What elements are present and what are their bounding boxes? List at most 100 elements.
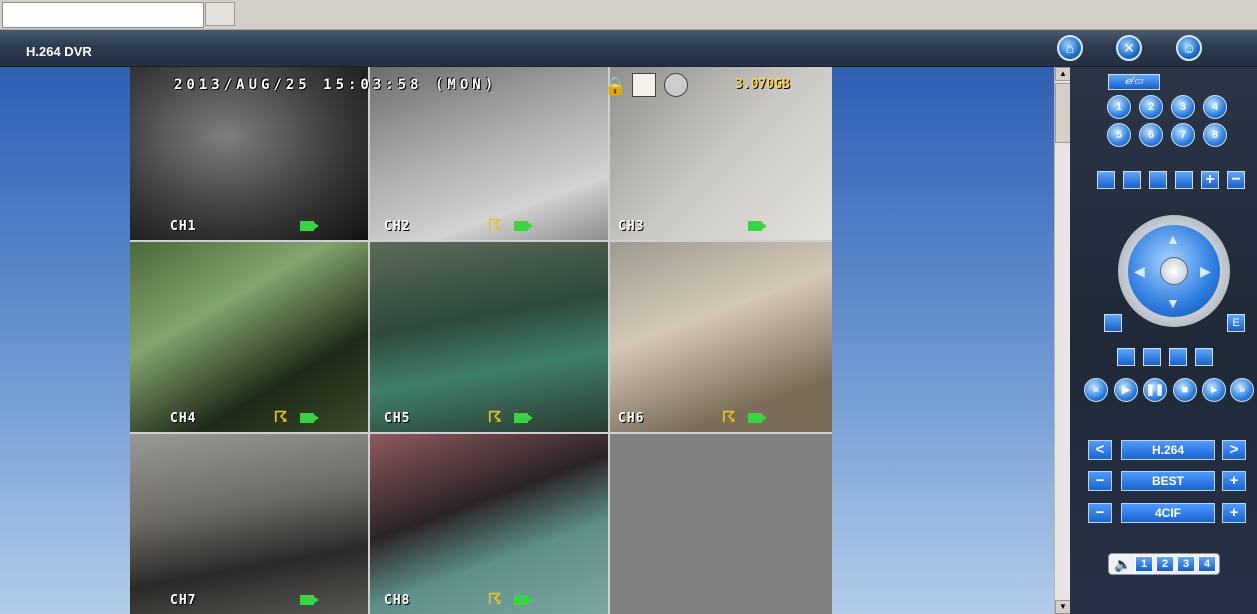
record-icon bbox=[300, 413, 319, 423]
resolution-display: 4CIF bbox=[1121, 503, 1215, 523]
channel-button-2[interactable]: 2 bbox=[1139, 95, 1163, 119]
keyboard-button[interactable]: ℯ/▭ bbox=[1108, 74, 1160, 90]
enter-button[interactable] bbox=[1143, 348, 1161, 366]
stop-icon: ■ bbox=[1181, 384, 1189, 396]
ptz-center-button[interactable] bbox=[1160, 257, 1188, 285]
rewind-icon: « bbox=[1092, 384, 1100, 396]
app-title: H.264 DVR bbox=[26, 44, 92, 59]
settings-button[interactable]: ✕ bbox=[1116, 35, 1142, 61]
ptz-up-icon[interactable]: ▲ bbox=[1166, 231, 1180, 247]
lock-button[interactable] bbox=[1117, 348, 1135, 366]
audio-button-2[interactable]: 2 bbox=[1156, 556, 1174, 572]
motion-icon: ☈ bbox=[722, 409, 736, 426]
layout-4-button[interactable] bbox=[1097, 171, 1115, 189]
control-panel: ℯ/▭ 1 2 3 4 5 6 7 8 + − ▲ ▼ ◀ ▶ E « ▶ ❚❚… bbox=[1070, 67, 1257, 614]
fast-forward-icon: » bbox=[1238, 384, 1246, 396]
e-button[interactable]: E bbox=[1227, 314, 1245, 332]
lock-icon: 🔒 bbox=[604, 76, 627, 96]
camera-tile-ch5[interactable]: CH5 ☈ bbox=[370, 242, 608, 432]
audio-channel-selector: 🔈 1 2 3 4 bbox=[1108, 553, 1220, 575]
camera-tile-ch7[interactable]: CH7 bbox=[130, 434, 368, 614]
video-grid: CH1 CH2 ☈ CH3 2013/AUG/25 15:03:58 (MON)… bbox=[130, 67, 832, 614]
left-background bbox=[0, 67, 130, 614]
hdd-space: 3.070GB bbox=[735, 77, 790, 92]
channel-label: CH8 bbox=[384, 593, 411, 608]
channel-button-4[interactable]: 4 bbox=[1203, 95, 1227, 119]
play-icon: ▶ bbox=[1121, 384, 1131, 396]
snapshot-button[interactable] bbox=[1104, 314, 1122, 332]
codec-next-button[interactable]: > bbox=[1222, 440, 1246, 460]
search-button[interactable] bbox=[1169, 348, 1187, 366]
top-toolbar bbox=[0, 0, 1257, 30]
keyboard-icon: ℯ/▭ bbox=[1124, 76, 1144, 87]
record-icon bbox=[748, 221, 767, 231]
channel-label: CH2 bbox=[384, 219, 411, 234]
user-button[interactable]: ☺ bbox=[1176, 35, 1202, 61]
record-icon bbox=[514, 595, 533, 605]
stop-button[interactable]: ■ bbox=[1173, 378, 1197, 402]
camera-tile-ch6[interactable]: CH6 ☈ bbox=[610, 242, 832, 432]
channel-label: CH1 bbox=[170, 219, 197, 234]
channel-button-1[interactable]: 1 bbox=[1107, 95, 1131, 119]
step-forward-icon: ▸ bbox=[1211, 384, 1217, 396]
ptz-down-icon[interactable]: ▼ bbox=[1166, 295, 1180, 311]
address-input[interactable] bbox=[2, 2, 204, 28]
resolution-plus-button[interactable]: + bbox=[1222, 503, 1246, 523]
quality-display: BEST bbox=[1121, 471, 1215, 491]
channel-label: CH5 bbox=[384, 411, 411, 426]
layout-single-button[interactable] bbox=[1175, 171, 1193, 189]
channel-button-6[interactable]: 6 bbox=[1139, 123, 1163, 147]
go-button[interactable] bbox=[205, 2, 235, 26]
snapshot-osd-icon bbox=[632, 73, 656, 97]
osd-datetime: 2013/AUG/25 15:03:58 (MON) bbox=[174, 77, 498, 93]
zoom-out-button[interactable]: − bbox=[1227, 171, 1245, 189]
record-icon bbox=[748, 413, 767, 423]
home-button[interactable]: ⌂ bbox=[1057, 35, 1083, 61]
ptz-left-icon[interactable]: ◀ bbox=[1134, 263, 1145, 280]
right-background bbox=[832, 67, 1054, 614]
ptz-right-icon[interactable]: ▶ bbox=[1200, 263, 1211, 280]
title-bar: H.264 DVR ⌂ ✕ ☺ bbox=[0, 30, 1257, 67]
log-button[interactable] bbox=[1195, 348, 1213, 366]
channel-button-7[interactable]: 7 bbox=[1171, 123, 1195, 147]
step-button[interactable]: ▸ bbox=[1202, 378, 1226, 402]
channel-button-8[interactable]: 8 bbox=[1203, 123, 1227, 147]
codec-prev-button[interactable]: < bbox=[1088, 440, 1112, 460]
layout-9-button[interactable] bbox=[1123, 171, 1141, 189]
scroll-down-button[interactable]: ▼ bbox=[1055, 600, 1071, 614]
layout-pip-button[interactable] bbox=[1149, 171, 1167, 189]
channel-button-5[interactable]: 5 bbox=[1107, 123, 1131, 147]
camera-tile-ch4[interactable]: CH4 ☈ bbox=[130, 242, 368, 432]
ptz-dial[interactable]: ▲ ▼ ◀ ▶ bbox=[1128, 225, 1220, 317]
camera-tile-ch8[interactable]: CH8 ☈ bbox=[370, 434, 608, 614]
resolution-minus-button[interactable]: − bbox=[1088, 503, 1112, 523]
rewind-button[interactable]: « bbox=[1084, 378, 1108, 402]
fast-forward-button[interactable]: » bbox=[1230, 378, 1254, 402]
pause-button[interactable]: ❚❚ bbox=[1143, 378, 1167, 402]
channel-label: CH7 bbox=[170, 593, 197, 608]
motion-icon: ☈ bbox=[488, 217, 502, 234]
quality-plus-button[interactable]: + bbox=[1222, 471, 1246, 491]
record-icon bbox=[300, 595, 319, 605]
scroll-thumb[interactable] bbox=[1055, 83, 1071, 143]
user-icon: ☺ bbox=[1181, 40, 1197, 56]
vertical-scrollbar[interactable]: ▲ ▼ bbox=[1054, 67, 1071, 614]
camera-tile-empty[interactable] bbox=[610, 434, 832, 614]
channel-label: CH6 bbox=[618, 411, 645, 426]
minus-icon: − bbox=[1231, 171, 1241, 188]
channel-button-3[interactable]: 3 bbox=[1171, 95, 1195, 119]
ptz-control[interactable]: ▲ ▼ ◀ ▶ bbox=[1118, 215, 1230, 327]
scroll-up-button[interactable]: ▲ bbox=[1055, 67, 1071, 81]
motion-icon: ☈ bbox=[274, 409, 288, 426]
channel-label: CH4 bbox=[170, 411, 197, 426]
audio-button-3[interactable]: 3 bbox=[1177, 556, 1195, 572]
quality-minus-button[interactable]: − bbox=[1088, 471, 1112, 491]
play-button[interactable]: ▶ bbox=[1114, 378, 1138, 402]
record-icon bbox=[300, 221, 319, 231]
tools-icon: ✕ bbox=[1123, 40, 1135, 56]
audio-button-1[interactable]: 1 bbox=[1135, 556, 1153, 572]
record-icon bbox=[514, 221, 533, 231]
speaker-muted-icon[interactable]: 🔈 bbox=[1114, 556, 1131, 572]
audio-button-4[interactable]: 4 bbox=[1198, 556, 1216, 572]
zoom-in-button[interactable]: + bbox=[1201, 171, 1219, 189]
